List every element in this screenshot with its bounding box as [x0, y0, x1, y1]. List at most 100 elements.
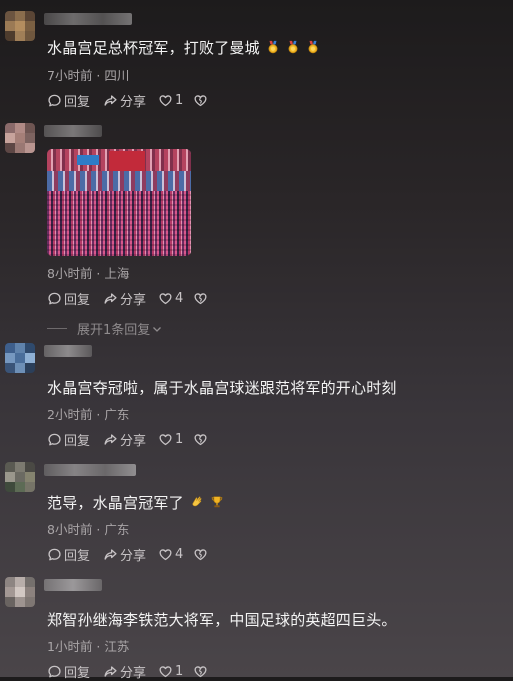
username-blurred[interactable] [44, 345, 92, 357]
heart-icon [158, 547, 173, 562]
share-label: 分享 [120, 292, 147, 308]
heart-icon [158, 432, 173, 447]
heart-icon [158, 93, 173, 108]
expand-divider [47, 328, 67, 329]
comment-time: 8小时前 [47, 522, 93, 537]
meta-separator: · [92, 266, 105, 281]
comment-text: 郑智孙继海李铁范大将军，中国足球的英超四巨头。 [47, 609, 397, 630]
heart-icon [158, 664, 173, 679]
image-screen [77, 155, 99, 165]
avatar[interactable] [5, 577, 35, 607]
image-stands [47, 171, 191, 191]
avatar[interactable] [5, 462, 35, 492]
username-blurred[interactable] [44, 579, 102, 591]
broken-heart-icon [193, 291, 208, 306]
comment-actions: 回复 分享 4 [47, 545, 208, 564]
like-button[interactable]: 4 [158, 291, 183, 306]
avatar[interactable] [5, 123, 35, 153]
reply-button[interactable]: 回复 [47, 430, 90, 449]
comment-location: 广东 [104, 407, 130, 422]
medal-icon [306, 40, 320, 54]
comment-time: 7小时前 [47, 68, 93, 83]
dislike-button[interactable] [193, 291, 208, 306]
chevron-down-icon [153, 326, 162, 332]
username-blurred[interactable] [44, 13, 132, 25]
reply-button[interactable]: 回复 [47, 662, 90, 681]
medal-icon [266, 40, 280, 54]
like-button[interactable]: 1 [158, 664, 183, 679]
clapping-hands-icon [190, 495, 204, 509]
like-count: 1 [175, 663, 184, 679]
comment-meta: 7小时前 · 四川 [47, 65, 129, 84]
comment-image[interactable] [47, 149, 191, 256]
reply-icon [47, 547, 62, 562]
like-count: 1 [175, 431, 184, 447]
share-label: 分享 [120, 665, 147, 681]
comment-location: 上海 [104, 266, 130, 281]
like-count: 4 [175, 290, 184, 306]
dislike-button[interactable] [193, 432, 208, 447]
expand-replies-button[interactable]: 展开1条回复 [47, 319, 163, 338]
share-icon [103, 664, 118, 679]
like-count: 1 [175, 92, 184, 108]
share-icon [103, 547, 118, 562]
username-blurred[interactable] [44, 125, 102, 137]
broken-heart-icon [193, 432, 208, 447]
reply-icon [47, 93, 62, 108]
dislike-button[interactable] [193, 547, 208, 562]
trophy-icon [210, 495, 224, 509]
reply-label: 回复 [64, 665, 91, 681]
reply-label: 回复 [64, 94, 91, 110]
comment-text-content: 水晶宫足总杯冠军，打败了曼城 [47, 39, 260, 57]
comment-time: 1小时前 [47, 639, 93, 654]
meta-separator: · [92, 522, 105, 537]
share-button[interactable]: 分享 [103, 430, 146, 449]
share-button[interactable]: 分享 [103, 662, 146, 681]
comment-text: 范导，水晶宫冠军了 [47, 492, 224, 513]
share-icon [103, 432, 118, 447]
heart-icon [158, 291, 173, 306]
like-button[interactable]: 1 [158, 432, 183, 447]
like-button[interactable]: 1 [158, 93, 183, 108]
broken-heart-icon [193, 664, 208, 679]
comment-location: 广东 [104, 522, 130, 537]
share-button[interactable]: 分享 [103, 289, 146, 308]
reply-icon [47, 432, 62, 447]
reply-label: 回复 [64, 548, 91, 564]
reply-icon [47, 664, 62, 679]
like-button[interactable]: 4 [158, 547, 183, 562]
reply-label: 回复 [64, 433, 91, 449]
comment-actions: 回复 分享 1 [47, 430, 208, 449]
dislike-button[interactable] [193, 664, 208, 679]
meta-separator: · [92, 68, 105, 83]
dislike-button[interactable] [193, 93, 208, 108]
share-icon [103, 291, 118, 306]
comment-meta: 2小时前 · 广东 [47, 404, 129, 423]
image-crowd [47, 191, 191, 256]
comment-time: 2小时前 [47, 407, 93, 422]
reply-button[interactable]: 回复 [47, 289, 90, 308]
username-blurred[interactable] [44, 464, 136, 476]
meta-separator: · [92, 407, 105, 422]
share-label: 分享 [120, 548, 147, 564]
comment-location: 江苏 [104, 639, 130, 654]
share-button[interactable]: 分享 [103, 545, 146, 564]
comment-text-content: 郑智孙继海李铁范大将军，中国足球的英超四巨头。 [47, 611, 397, 629]
comment-actions: 回复 分享 1 [47, 662, 208, 681]
comment-location: 四川 [104, 68, 130, 83]
avatar[interactable] [5, 343, 35, 373]
comment-text-content: 范导，水晶宫冠军了 [47, 494, 184, 512]
comment-actions: 回复 分享 1 [47, 91, 208, 110]
share-icon [103, 93, 118, 108]
comment-text-content: 水晶宫夺冠啦，属于水晶宫球迷跟范将军的开心时刻 [47, 379, 397, 397]
reply-button[interactable]: 回复 [47, 545, 90, 564]
share-button[interactable]: 分享 [103, 91, 146, 110]
avatar[interactable] [5, 11, 35, 41]
comment-meta: 8小时前 · 上海 [47, 263, 129, 282]
share-label: 分享 [120, 94, 147, 110]
medal-icon [286, 40, 300, 54]
comment-text: 水晶宫夺冠啦，属于水晶宫球迷跟范将军的开心时刻 [47, 377, 397, 398]
comment-meta: 8小时前 · 广东 [47, 519, 129, 538]
reply-button[interactable]: 回复 [47, 91, 90, 110]
comment-text: 水晶宫足总杯冠军，打败了曼城 [47, 37, 320, 58]
